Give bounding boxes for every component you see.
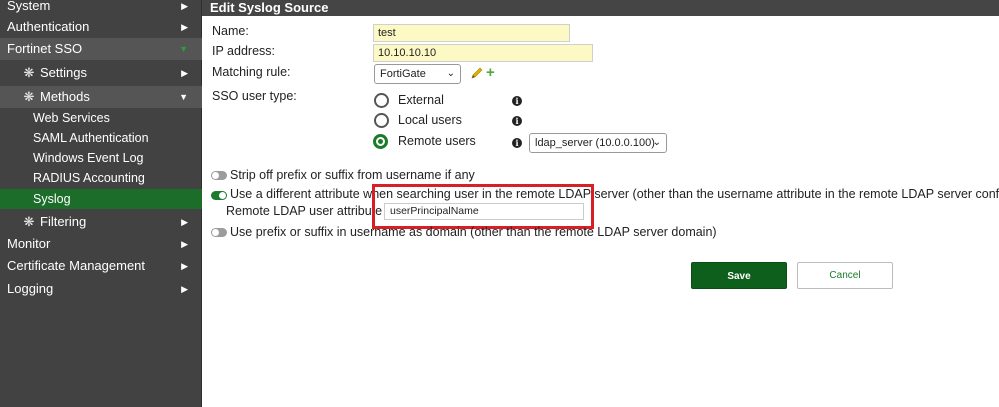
ip-address-field[interactable]: 10.10.10.10 (373, 44, 593, 62)
sidebar-item-label: Syslog (33, 192, 71, 206)
sidebar-item-label: Methods (40, 89, 90, 104)
chevron-down-icon: ▼ (179, 44, 188, 54)
sidebar-item-label: Monitor (7, 236, 51, 251)
cancel-button[interactable]: Cancel (797, 262, 893, 289)
chevron-right-icon: ▶ (181, 284, 188, 294)
strip-prefix-label: Strip off prefix or suffix from username… (230, 168, 475, 182)
radio-local-users[interactable] (374, 113, 389, 128)
different-attribute-label: Use a different attribute when searching… (230, 187, 999, 201)
chevron-right-icon: ▶ (181, 217, 188, 227)
chevron-right-icon: ▶ (181, 68, 188, 78)
sidebar-item-syslog[interactable]: Syslog (0, 189, 202, 209)
sidebar-item-label: Certificate Management (7, 258, 146, 273)
settings-gears-icon: ❋ (23, 65, 35, 80)
edit-pencil-icon[interactable] (471, 67, 483, 79)
sidebar-item-label: Authentication (7, 19, 90, 34)
sidebar-item-logging[interactable]: Logging ▶ (0, 278, 202, 300)
sidebar-item-label: Fortinet SSO (7, 41, 83, 56)
name-label: Name: (212, 24, 249, 38)
sidebar-item-methods[interactable]: ❋ Methods ▼ (0, 86, 202, 108)
matching-rule-value: FortiGate (380, 68, 426, 80)
save-button[interactable]: Save (691, 262, 787, 289)
sidebar-item-system[interactable]: System ▶ (0, 0, 202, 17)
sidebar-item-windows-event-log[interactable]: Windows Event Log (0, 148, 202, 168)
sidebar-item-monitor[interactable]: Monitor ▶ (0, 233, 202, 255)
prefix-domain-label: Use prefix or suffix in username as doma… (230, 225, 717, 239)
ldap-server-value: ldap_server (10.0.0.100) (535, 137, 655, 149)
chevron-right-icon: ▶ (181, 1, 188, 11)
sidebar-item-label: Windows Event Log (33, 151, 144, 165)
sidebar-item-settings[interactable]: ❋ Settings ▶ (0, 62, 202, 84)
sidebar-item-label: Logging (7, 281, 54, 296)
sidebar-item-label: Web Services (33, 111, 110, 125)
sidebar-item-web-services[interactable]: Web Services (0, 108, 202, 128)
settings-gears-icon: ❋ (23, 89, 35, 104)
sidebar-item-fortinet-sso[interactable]: Fortinet SSO ▼ (0, 38, 202, 60)
sidebar-item-certificate-management[interactable]: Certificate Management ▶ (0, 255, 202, 277)
sidebar-item-saml-authentication[interactable]: SAML Authentication (0, 128, 202, 148)
info-icon[interactable]: i (512, 116, 522, 126)
radio-remote-users-label: Remote users (398, 134, 476, 148)
sidebar: System ▶ Authentication ▶ Fortinet SSO ▼… (0, 0, 202, 407)
matching-rule-select[interactable]: FortiGate ⌄ (374, 64, 461, 84)
chevron-right-icon: ▶ (181, 239, 188, 249)
chevron-right-icon: ▶ (181, 261, 188, 271)
sidebar-item-label: Filtering (40, 214, 87, 229)
radio-remote-users[interactable] (373, 134, 388, 149)
ip-address-label: IP address: (212, 44, 276, 58)
sso-user-type-label: SSO user type: (212, 89, 297, 103)
remote-ldap-attribute-label: Remote LDAP user attribute (226, 204, 383, 218)
chevron-down-icon: ⌄ (446, 68, 455, 79)
settings-gears-icon: ❋ (23, 214, 35, 229)
ldap-server-select[interactable]: ldap_server (10.0.0.100) ⌄ (529, 133, 667, 153)
page-title: Edit Syslog Source (202, 0, 999, 16)
chevron-down-icon: ⌄ (652, 137, 661, 148)
radio-external[interactable] (374, 93, 389, 108)
different-attribute-toggle[interactable] (211, 191, 227, 200)
sidebar-item-authentication[interactable]: Authentication ▶ (0, 16, 202, 38)
sidebar-item-label: SAML Authentication (33, 131, 149, 145)
sidebar-item-filtering[interactable]: ❋ Filtering ▶ (0, 211, 202, 233)
chevron-down-icon: ▼ (179, 92, 188, 102)
chevron-right-icon: ▶ (181, 22, 188, 32)
name-field[interactable]: test (373, 24, 570, 42)
add-icon[interactable]: + (486, 65, 495, 80)
sidebar-item-radius-accounting[interactable]: RADIUS Accounting (0, 168, 202, 188)
sidebar-item-label: RADIUS Accounting (33, 171, 145, 185)
radio-external-label: External (398, 93, 444, 107)
sidebar-item-label: System (7, 0, 51, 13)
matching-rule-label: Matching rule: (212, 65, 291, 79)
info-icon[interactable]: i (512, 138, 522, 148)
radio-local-users-label: Local users (398, 113, 462, 127)
prefix-domain-toggle[interactable] (211, 228, 227, 237)
strip-prefix-toggle[interactable] (211, 171, 227, 180)
highlight-box (372, 184, 594, 229)
info-icon[interactable]: i (512, 96, 522, 106)
sidebar-item-label: Settings (40, 65, 87, 80)
